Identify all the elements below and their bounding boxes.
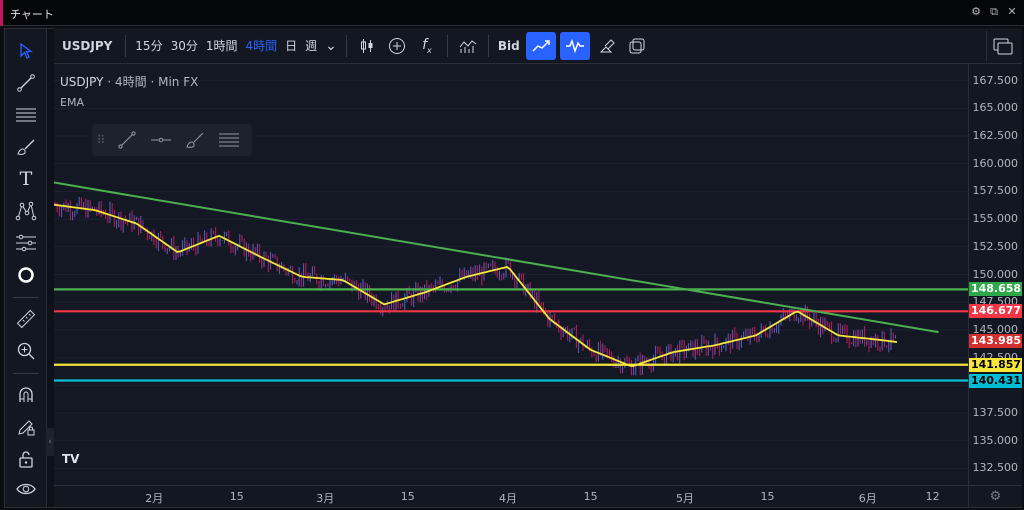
brush-icon[interactable]	[592, 32, 622, 60]
zoom-in-icon[interactable]	[12, 337, 40, 365]
legend-separator: ·	[107, 75, 112, 89]
interval-day-button[interactable]: 日	[281, 32, 301, 60]
tradingview-logo: TV	[62, 452, 80, 466]
chart-pane[interactable]: USDJPY · 4時間 · Min FX EMA ⠿ TV	[54, 64, 968, 485]
price-tick-label: 137.500	[972, 405, 1019, 419]
price-level-label[interactable]: 148.658	[969, 282, 1022, 297]
toolbar-divider	[345, 34, 347, 57]
ruler-icon[interactable]	[12, 305, 40, 333]
trend-chart-icon[interactable]	[525, 31, 556, 60]
legend-ema-indicator[interactable]: EMA	[60, 96, 198, 109]
text-tool-icon[interactable]: T	[12, 165, 40, 193]
time-tick-label: 3月	[316, 492, 335, 505]
price-tick-label: 165.000	[972, 101, 1019, 115]
time-axis[interactable]: 2月 15 3月 15 4月 15 5月 15 6月 12	[54, 485, 968, 507]
top-toolbar: USDJPY 15分 30分 1時間 4時間 日 週 ⌄ fx Bid	[54, 28, 1022, 64]
circle-tool-icon[interactable]	[12, 261, 40, 289]
close-icon[interactable]: ✕	[1006, 5, 1018, 19]
toolbar-divider	[487, 34, 489, 57]
compare-add-icon[interactable]	[382, 32, 412, 60]
prediction-tool-icon[interactable]	[12, 229, 40, 257]
time-tick-label: 4月	[499, 492, 518, 505]
price-tick-label: 167.500	[972, 73, 1019, 87]
price-tick-label: 150.000	[972, 267, 1019, 281]
price-level-label[interactable]: 146.677	[969, 304, 1022, 319]
price-type-button[interactable]: Bid	[494, 32, 524, 60]
symbol-search-button[interactable]: USDJPY	[54, 32, 120, 60]
settings-icon[interactable]: ⚙	[970, 5, 982, 19]
lock-icon[interactable]	[12, 445, 40, 473]
interval-week-button[interactable]: 週	[301, 32, 321, 60]
window-title: チャート	[10, 8, 54, 21]
indicators-fx-icon[interactable]: fx	[412, 32, 442, 60]
price-tick-label: 135.000	[972, 433, 1019, 447]
floating-drawing-toolbar: ⠿	[92, 124, 252, 156]
legend-symbol: USDJPY	[60, 75, 104, 89]
price-level-label[interactable]: 143.985	[969, 334, 1022, 349]
price-tick-label: 155.000	[972, 212, 1019, 226]
price-tick-label: 160.000	[972, 156, 1019, 170]
interval-4h-button[interactable]: 4時間	[242, 32, 282, 60]
trend-line-tool-icon[interactable]	[12, 69, 40, 97]
fib-tool-icon[interactable]	[12, 101, 40, 129]
price-axis[interactable]: 167.500 165.000 162.500 160.000 157.500 155.0…	[968, 64, 1022, 485]
magnet-icon[interactable]	[12, 381, 40, 409]
interval-15m-button[interactable]: 15分	[131, 32, 166, 60]
time-tick-label: 2月	[145, 492, 164, 505]
price-tick-label: 132.500	[972, 461, 1019, 475]
legend-interval: 4時間	[114, 75, 147, 89]
sidebar-collapse-button[interactable]: ‹	[46, 428, 54, 456]
pattern-tool-icon[interactable]	[12, 197, 40, 225]
time-tick-label: 6月	[858, 492, 877, 505]
ema-line	[54, 203, 898, 368]
drawing-tools-sidebar: T	[5, 29, 47, 507]
float-fib-icon[interactable]	[212, 126, 246, 154]
price-tick-label: 162.500	[972, 129, 1019, 142]
sidebar-divider	[13, 297, 39, 298]
time-tick-label: 15	[400, 490, 415, 503]
legend-source: Min FX	[158, 75, 199, 89]
layout-switch-icon[interactable]	[986, 31, 1018, 61]
time-tick-label: 15	[760, 490, 775, 503]
float-brush-icon[interactable]	[178, 126, 212, 154]
eye-icon[interactable]	[12, 475, 40, 503]
trend-line	[54, 181, 939, 334]
cursor-icon[interactable]	[12, 37, 40, 65]
price-level-label[interactable]: 140.431	[969, 373, 1022, 388]
float-horizontal-line-icon[interactable]	[144, 126, 178, 154]
price-tick-label: 152.500	[972, 239, 1019, 253]
sidebar-divider	[13, 373, 39, 374]
toolbar-divider	[446, 34, 448, 57]
legend-separator: ·	[150, 75, 155, 89]
brush-tool-icon[interactable]	[12, 133, 40, 161]
time-tick-label: 15	[229, 490, 244, 503]
price-tick-label: 157.500	[972, 184, 1019, 198]
pulse-icon[interactable]	[559, 31, 590, 60]
interval-30m-button[interactable]: 30分	[167, 32, 202, 60]
candles-icon[interactable]	[352, 32, 382, 60]
chart-settings-gear-icon[interactable]: ⚙	[968, 485, 1022, 507]
chart-legend: USDJPY · 4時間 · Min FX EMA	[60, 73, 198, 109]
float-trend-line-icon[interactable]	[110, 126, 144, 154]
time-tick-label: 12	[925, 490, 940, 503]
window-buttons: ⚙ ⧉ ✕	[970, 5, 1018, 19]
title-accent	[0, 0, 3, 26]
templates-icon[interactable]	[453, 32, 483, 60]
window-titlebar: チャート ⚙ ⧉ ✕	[0, 0, 1024, 26]
drag-handle-icon[interactable]: ⠿	[92, 133, 110, 147]
toolbar-divider	[125, 34, 127, 57]
time-tick-label: 5月	[675, 492, 694, 505]
time-tick-label: 15	[583, 490, 598, 503]
popout-icon[interactable]: ⧉	[988, 5, 1000, 19]
copy-layout-icon[interactable]	[622, 32, 652, 60]
interval-dropdown-chevron-icon[interactable]: ⌄	[321, 32, 341, 60]
price-level-label[interactable]: 141.857	[969, 357, 1022, 372]
interval-1h-button[interactable]: 1時間	[202, 32, 242, 60]
pencil-lock-icon[interactable]	[12, 413, 40, 441]
